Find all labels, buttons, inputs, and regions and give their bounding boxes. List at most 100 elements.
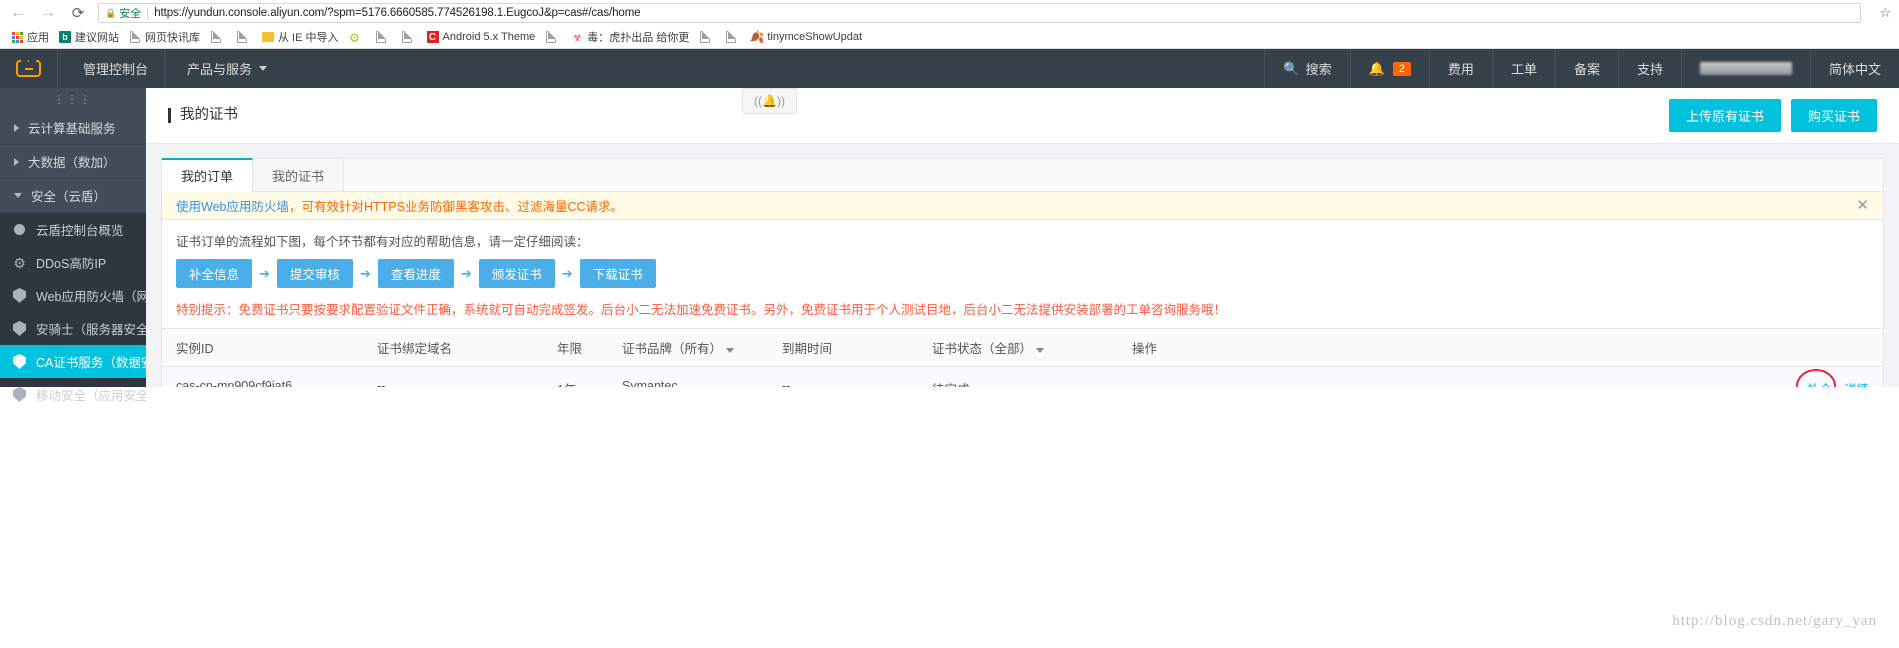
cell-instance-id: cas-cn-mp909cf9iat6 [162,366,377,387]
upload-existing-certificate-button[interactable]: 上传原有证书 [1668,99,1781,132]
back-arrow-icon[interactable]: ← [8,3,28,23]
sidebar-item-mobile-security[interactable]: 移动安全（应用安全） [0,378,146,411]
sidebar-group-label: 安全（云盾） [31,190,107,204]
bookmark-blank-7[interactable] [720,29,746,45]
shield-icon [12,354,27,369]
forward-arrow-icon[interactable]: → [38,3,58,23]
url-text: https://yundun.console.aliyun.com/?spm=5… [154,7,641,19]
table-row[interactable]: cas-cn-mp909cf9iat6 -- 1年 Symantec 免费版 S… [162,366,1883,387]
bookmark-blank-6[interactable] [694,29,720,45]
leaf-icon: 🍂 [749,30,765,44]
promo-banner: 使用Web应用防火墙 ，可有效针对HTTPS业务防御黑客攻击、过滤海量CC请求。 … [162,192,1883,220]
bookmark-news[interactable]: 网页快讯库 [124,27,205,47]
orders-table: 实例ID 证书绑定域名 年限 证书品牌（所有） 到期时间 证书状态（全部） 操作 [162,328,1883,387]
bookmark-blank-3[interactable] [370,29,396,45]
browser-chrome: ← → ⟳ 🔒 安全 https://yundun.console.aliyun… [0,0,1899,49]
column-status[interactable]: 证书状态（全部） [932,328,1132,367]
aliyun-logo-icon[interactable] [0,49,58,88]
table-body: cas-cn-mp909cf9iat6 -- 1年 Symantec 免费版 S… [162,366,1883,387]
flow-steps: 补全信息 ➔ 提交审核 ➔ 查看进度 ➔ 颁发证书 ➔ 下载证书 [162,250,1883,288]
bookmark-blank-2[interactable] [231,29,257,45]
bookmarks-bar: 应用 b 建议网站 网页快讯库 从 IE 中导入 ⚙ C Android 5.x… [0,26,1899,49]
shield-icon [12,288,27,303]
android-icon: ⚙ [349,30,360,45]
sidebar-group-label: 云计算基础服务 [28,122,116,136]
flow-step-download-certificate[interactable]: 下载证书 [579,259,656,288]
column-instance-id: 实例ID [162,328,377,367]
products-and-services-menu[interactable]: 产品与服务 [165,49,289,88]
page-icon [725,31,737,43]
waf-promo-link[interactable]: 使用Web应用防火墙 [176,196,289,215]
browser-toolbar: ← → ⟳ 🔒 安全 https://yundun.console.aliyun… [0,0,1899,26]
tab-bar: 我的订单 我的证书 [162,158,1883,192]
nav-item-icp[interactable]: 备案 [1554,49,1618,88]
bookmark-label: 毒：虎扑出品 给你更 [587,32,690,44]
flow-step-check-progress[interactable]: 查看进度 [377,259,454,288]
sidebar-group-bigdata[interactable]: 大数据（数加） [0,145,146,179]
chevron-right-icon [14,157,19,166]
tab-my-orders[interactable]: 我的订单 [162,158,254,192]
sidebar-handle-icon[interactable]: ⋮⋮⋮ [0,88,146,111]
page-icon [545,31,557,43]
bookmark-label: Android 5.x Theme [442,31,536,43]
reload-icon[interactable]: ⟳ [68,3,88,23]
chevron-down-icon [259,66,268,71]
dot-icon [12,222,27,237]
column-expire-time: 到期时间 [782,328,932,367]
sidebar-item-ddos[interactable]: ⚙ DDoS高防IP [0,246,146,279]
buy-certificate-button[interactable]: 购买证书 [1790,99,1877,132]
sidebar-item-anqishi[interactable]: 安骑士（服务器安全） [0,312,146,345]
nav-item-tickets[interactable]: 工单 [1491,49,1555,88]
column-status-label: 证书状态（全部） [932,342,1033,356]
bell-icon: 🔔 [1368,60,1385,76]
search-button[interactable]: 🔍 搜索 [1264,49,1349,88]
flow-step-submit-review[interactable]: 提交审核 [276,259,353,288]
bookmark-hupu[interactable]: ☣ 毒：虎扑出品 给你更 [566,27,694,47]
user-account-menu[interactable] [1680,49,1810,88]
cell-bound-domain: -- [377,366,557,387]
action-details-link[interactable]: 详情 [1844,379,1869,387]
flow-step-complete-info[interactable]: 补全信息 [176,259,253,288]
sidebar-group-cloud-computing[interactable]: 云计算基础服务 [0,111,146,145]
cell-actions: 补全 详情 [1132,366,1883,387]
sidebar-group-security[interactable]: 安全（云盾） [0,179,146,213]
apps-grid-icon [11,31,23,43]
language-switcher[interactable]: 简体中文 [1809,49,1899,88]
column-brand[interactable]: 证书品牌（所有） [622,328,782,367]
sidebar-item-waf[interactable]: Web应用防火墙（网... [0,279,146,312]
bell-notification-icon[interactable]: ((🔔)) [742,88,797,114]
aliyun-console: 管理控制台 产品与服务 🔍 搜索 🔔 2 费用 工单 备案 支持 简体中文 ⋮⋮… [0,49,1899,403]
bookmark-blank-5[interactable] [540,29,566,45]
bookmark-tinymce[interactable]: 🍂 tinymceShowUpdat [746,29,867,45]
nav-item-fees[interactable]: 费用 [1428,49,1492,88]
main-content: 我的证书 ((🔔)) 上传原有证书 购买证书 我的订单 我的证书 使用Web应用… [146,88,1899,387]
bookmark-bing[interactable]: b 建议网站 [54,27,124,47]
bing-icon: b [59,31,71,43]
page-header: 我的证书 ((🔔)) 上传原有证书 购买证书 [146,88,1899,144]
close-icon[interactable]: ✕ [1856,198,1869,213]
gear-icon: ⚙ [13,254,26,271]
c-logo-icon: C [426,31,439,43]
notifications-button[interactable]: 🔔 2 [1349,49,1429,88]
action-complete-link[interactable]: 补全 [1795,369,1836,387]
arrow-right-icon: ➔ [460,265,472,281]
tab-my-certificates[interactable]: 我的证书 [253,159,345,191]
cell-brand: Symantec 免费版 SSL [622,366,782,387]
nav-right-group: 🔍 搜索 🔔 2 费用 工单 备案 支持 简体中文 [1264,49,1899,88]
address-bar[interactable]: 🔒 安全 https://yundun.console.aliyun.com/?… [98,3,1862,23]
bookmark-blank-4[interactable] [396,29,422,45]
bookmark-android-theme[interactable]: C Android 5.x Theme [422,29,541,45]
flow-step-issue-certificate[interactable]: 颁发证书 [478,259,555,288]
sidebar-group-label: 大数据（数加） [28,156,116,170]
flow-description: 证书订单的流程如下图，每个环节都有对应的帮助信息，请一定仔细阅读： [176,235,589,249]
nav-item-support[interactable]: 支持 [1617,49,1681,88]
bookmark-blank-1[interactable] [205,29,231,45]
sidebar-item-ca-certificate[interactable]: CA证书服务（数据安... [0,345,146,378]
page-icon [401,31,413,43]
bookmark-star-icon[interactable]: ☆ [1879,5,1891,21]
bookmark-apps[interactable]: 应用 [6,27,54,47]
bookmark-android[interactable]: ⚙ [344,29,370,45]
search-label: 搜索 [1305,62,1332,77]
bookmark-ie-import[interactable]: 从 IE 中导入 [257,27,344,47]
sidebar-item-yundun-overview[interactable]: 云盾控制台概览 [0,213,146,246]
